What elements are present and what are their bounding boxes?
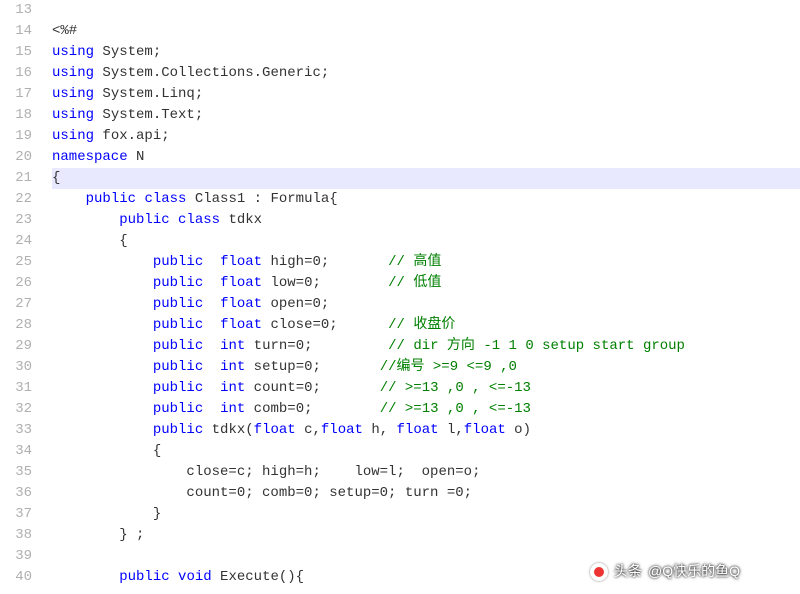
line-number: 15 [0,42,32,63]
line-number: 26 [0,273,32,294]
code-line: public float close=0; // 收盘价 [52,315,800,336]
line-number: 16 [0,63,32,84]
code-line: <%# [52,21,800,42]
watermark-icon [590,563,608,581]
line-number: 29 [0,336,32,357]
code-area: <%#using System;using System.Collections… [40,0,800,594]
code-line: using System; [52,42,800,63]
code-line: using System.Collections.Generic; [52,63,800,84]
code-line: public float open=0; [52,294,800,315]
code-line: public int count=0; // >=13 ,0 , <=-13 [52,378,800,399]
code-line: using System.Linq; [52,84,800,105]
code-line: count=0; comb=0; setup=0; turn =0; [52,483,800,504]
code-line: public int setup=0; //编号 >=9 <=9 ,0 [52,357,800,378]
code-line: { [52,441,800,462]
line-number: 35 [0,462,32,483]
line-number: 19 [0,126,32,147]
line-number: 25 [0,252,32,273]
code-line: } [52,504,800,525]
line-number: 28 [0,315,32,336]
line-number: 24 [0,231,32,252]
code-line: public tdkx(float c,float h, float l,flo… [52,420,800,441]
line-number: 33 [0,420,32,441]
line-number: 18 [0,105,32,126]
code-line [52,0,800,21]
code-line: public class Class1 : Formula{ [52,189,800,210]
code-line: using System.Text; [52,105,800,126]
line-number: 22 [0,189,32,210]
line-number: 36 [0,483,32,504]
code-line: public int turn=0; // dir 方向 -1 1 0 setu… [52,336,800,357]
code-line: using fox.api; [52,126,800,147]
line-number: 27 [0,294,32,315]
watermark-prefix: 头条 [614,561,642,582]
line-number: 23 [0,210,32,231]
code-line: public int comb=0; // >=13 ,0 , <=-13 [52,399,800,420]
code-line: } ; [52,525,800,546]
current-line-highlight [52,168,800,189]
line-number: 17 [0,84,32,105]
line-number: 30 [0,357,32,378]
code-line: public float high=0; // 高值 [52,252,800,273]
line-number: 38 [0,525,32,546]
line-number: 13 [0,0,32,21]
line-number: 31 [0,378,32,399]
line-number: 39 [0,546,32,567]
code-line: { [52,168,800,189]
line-number: 40 [0,567,32,588]
line-number: 34 [0,441,32,462]
code-line: { [52,231,800,252]
line-number: 14 [0,21,32,42]
code-line: public class tdkx [52,210,800,231]
code-line: public float low=0; // 低值 [52,273,800,294]
watermark: 头条 @Q快乐的鱼Q [590,561,740,582]
line-number-gutter: 1314151617181920212223242526272829303132… [0,0,40,594]
code-line: close=c; high=h; low=l; open=o; [52,462,800,483]
code-line: namespace N [52,147,800,168]
line-number: 20 [0,147,32,168]
line-number: 37 [0,504,32,525]
line-number: 32 [0,399,32,420]
code-editor: 1314151617181920212223242526272829303132… [0,0,800,594]
watermark-author: @Q快乐的鱼Q [648,561,740,582]
line-number: 21 [0,168,32,189]
